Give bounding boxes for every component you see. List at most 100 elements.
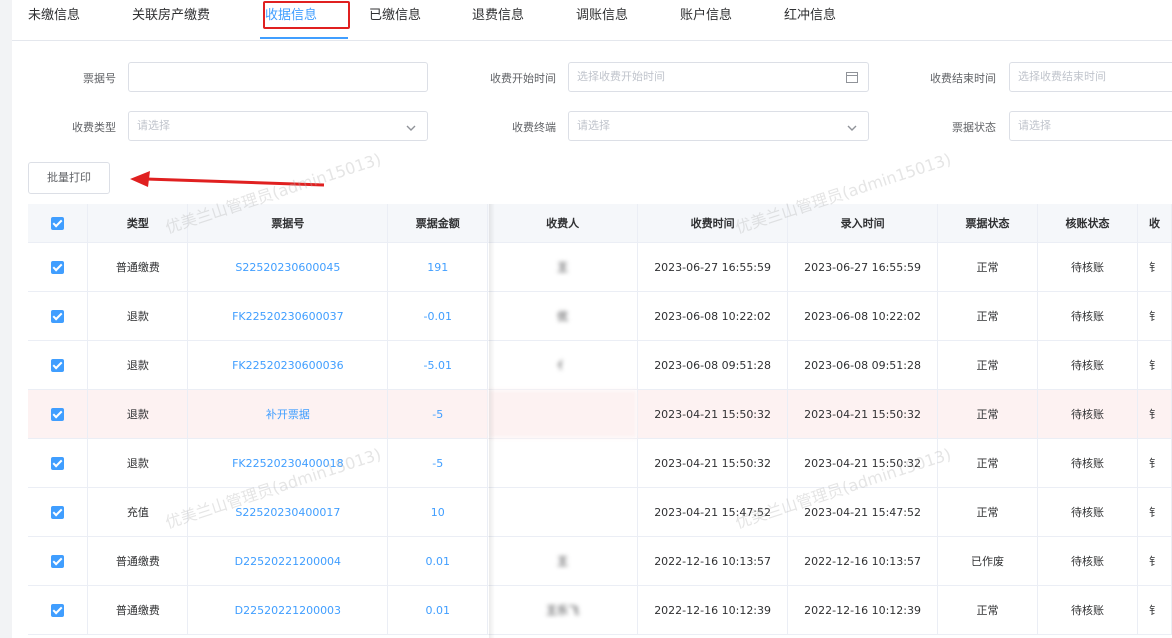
row-checkbox[interactable] xyxy=(28,389,89,439)
amount-cell: -5 xyxy=(387,438,489,488)
batch-print-button[interactable]: 批量打印 xyxy=(28,162,110,194)
entry-time-cell: 2023-06-27 16:55:59 xyxy=(787,242,939,292)
amount-cell: -0.01 xyxy=(387,291,489,341)
column-header: 收费时间 xyxy=(637,204,789,243)
row-checkbox[interactable] xyxy=(28,340,89,390)
type-cell: 普通缴费 xyxy=(87,536,189,586)
status-cell: 正常 xyxy=(937,487,1038,537)
receipt-no-label: 票据号 xyxy=(83,72,116,85)
table-row[interactable]: 退款 补开票据 -5 2023-04-21 15:50:32 2023-04-21 15… xyxy=(28,389,1172,439)
table-row[interactable]: 退款 FK22520230600037 -0.01 优 2023-06-08 10:22… xyxy=(28,291,1172,341)
type-cell: 充值 xyxy=(87,487,189,537)
tab-account[interactable]: 账户信息 xyxy=(680,4,732,23)
payer-cell xyxy=(487,487,639,537)
column-header: 类型 xyxy=(87,204,189,243)
column-header: 票据状态 xyxy=(937,204,1038,243)
left-gutter xyxy=(0,0,12,638)
active-tab-indicator xyxy=(260,37,348,39)
table-row[interactable]: 退款 FK22520230600036 -5.01 亻 2023-06-08 09:51… xyxy=(28,340,1172,390)
status-cell: 正常 xyxy=(937,438,1038,488)
row-checkbox[interactable] xyxy=(28,438,89,488)
check-status-cell: 待核账 xyxy=(1037,585,1138,635)
payer-cell: 王 xyxy=(487,242,639,292)
receipt-status-label: 票据状态 xyxy=(952,121,996,134)
payer-cell: 亻 xyxy=(487,340,639,390)
charge-time-cell: 2022-12-16 10:12:39 xyxy=(637,585,789,635)
amount-cell: 191 xyxy=(387,242,489,292)
row-checkbox[interactable] xyxy=(28,291,89,341)
tab-red-reversal[interactable]: 红冲信息 xyxy=(784,4,836,23)
column-header: 录入时间 xyxy=(787,204,939,243)
end-time-picker[interactable]: 选择收费结束时间 xyxy=(1009,62,1172,92)
terminal-select[interactable]: 请选择 xyxy=(568,111,869,141)
row-checkbox[interactable] xyxy=(28,536,89,586)
check-status-cell: 待核账 xyxy=(1037,536,1138,586)
tab-linked-property-fees[interactable]: 关联房产缴费 xyxy=(132,4,210,23)
receipt-no-link[interactable]: FK22520230400018 xyxy=(187,438,389,488)
extra-cell: 钅 xyxy=(1137,536,1172,586)
receipt-no-link[interactable]: FK22520230600037 xyxy=(187,291,389,341)
row-checkbox[interactable] xyxy=(28,242,89,292)
status-cell: 正常 xyxy=(937,389,1038,439)
receipt-no-link[interactable]: D22520221200003 xyxy=(187,585,389,635)
chevron-down-icon xyxy=(405,112,417,140)
tab-adjustments[interactable]: 调账信息 xyxy=(576,4,628,23)
type-cell: 退款 xyxy=(87,291,189,341)
select-all-checkbox[interactable] xyxy=(28,204,89,243)
amount-cell: 0.01 xyxy=(387,536,489,586)
charge-time-cell: 2023-04-21 15:50:32 xyxy=(637,389,789,439)
column-header: 收 xyxy=(1137,204,1172,243)
receipt-table: 类型 票据号 票据金额 收费人 收费时间 录入时间 票据状态 核账状态 收 普通… xyxy=(28,204,1172,635)
receipt-no-link[interactable]: 补开票据 xyxy=(187,389,389,439)
tab-unpaid[interactable]: 未缴信息 xyxy=(28,4,80,23)
extra-cell: 钅 xyxy=(1137,389,1172,439)
entry-time-cell: 2023-06-08 09:51:28 xyxy=(787,340,939,390)
check-status-cell: 待核账 xyxy=(1037,487,1138,537)
fee-type-select[interactable]: 请选择 xyxy=(128,111,428,141)
type-cell: 退款 xyxy=(87,389,189,439)
table-row[interactable]: 充值 S22520230400017 10 2023-04-21 15:47:52 20… xyxy=(28,487,1172,537)
extra-cell: 钅 xyxy=(1137,340,1172,390)
payer-cell: 王乐飞 xyxy=(487,585,639,635)
receipt-status-select[interactable]: 请选择 xyxy=(1009,111,1172,141)
end-time-label: 收费结束时间 xyxy=(930,72,996,85)
calendar-icon xyxy=(846,63,858,91)
table-row[interactable]: 普通缴费 D22520221200004 0.01 王 2022-12-16 10:13… xyxy=(28,536,1172,586)
column-header: 核账状态 xyxy=(1037,204,1138,243)
table-row[interactable]: 退款 FK22520230400018 -5 2023-04-21 15:50:32 2… xyxy=(28,438,1172,488)
table-row[interactable]: 普通缴费 D22520221200003 0.01 王乐飞 2022-12-16 10:… xyxy=(28,585,1172,635)
check-status-cell: 待核账 xyxy=(1037,389,1138,439)
charge-time-cell: 2023-04-21 15:47:52 xyxy=(637,487,789,537)
receipt-no-link[interactable]: S22520230600045 xyxy=(187,242,389,292)
status-cell: 已作废 xyxy=(937,536,1038,586)
check-status-cell: 待核账 xyxy=(1037,438,1138,488)
status-cell: 正常 xyxy=(937,340,1038,390)
entry-time-cell: 2023-06-08 10:22:02 xyxy=(787,291,939,341)
receipt-no-link[interactable]: FK22520230600036 xyxy=(187,340,389,390)
table-header-row: 类型 票据号 票据金额 收费人 收费时间 录入时间 票据状态 核账状态 收 xyxy=(28,204,1172,243)
amount-cell: -5 xyxy=(387,389,489,439)
tab-refunds[interactable]: 退费信息 xyxy=(472,4,524,23)
charge-time-cell: 2023-04-21 15:50:32 xyxy=(637,438,789,488)
receipt-no-link[interactable]: D22520221200004 xyxy=(187,536,389,586)
entry-time-cell: 2023-04-21 15:50:32 xyxy=(787,389,939,439)
tab-bar: 未缴信息 关联房产缴费 收据信息 已缴信息 退费信息 调账信息 账户信息 红冲信… xyxy=(12,0,1172,41)
amount-cell: -5.01 xyxy=(387,340,489,390)
status-cell: 正常 xyxy=(937,585,1038,635)
terminal-label: 收费终端 xyxy=(512,121,556,134)
payer-cell xyxy=(487,438,639,488)
row-checkbox[interactable] xyxy=(28,585,89,635)
charge-time-cell: 2022-12-16 10:13:57 xyxy=(637,536,789,586)
tab-paid[interactable]: 已缴信息 xyxy=(369,4,421,23)
row-checkbox[interactable] xyxy=(28,487,89,537)
amount-cell: 10 xyxy=(387,487,489,537)
annotation-arrow-icon xyxy=(130,171,325,187)
start-time-picker[interactable]: 选择收费开始时间 xyxy=(568,62,869,92)
receipt-no-input[interactable] xyxy=(128,62,428,92)
charge-time-cell: 2023-06-27 16:55:59 xyxy=(637,242,789,292)
check-status-cell: 待核账 xyxy=(1037,340,1138,390)
receipt-no-link[interactable]: S22520230400017 xyxy=(187,487,389,537)
column-header: 收费人 xyxy=(487,204,639,243)
check-status-cell: 待核账 xyxy=(1037,291,1138,341)
table-row[interactable]: 普通缴费 S22520230600045 191 王 2023-06-27 16:55:… xyxy=(28,242,1172,292)
